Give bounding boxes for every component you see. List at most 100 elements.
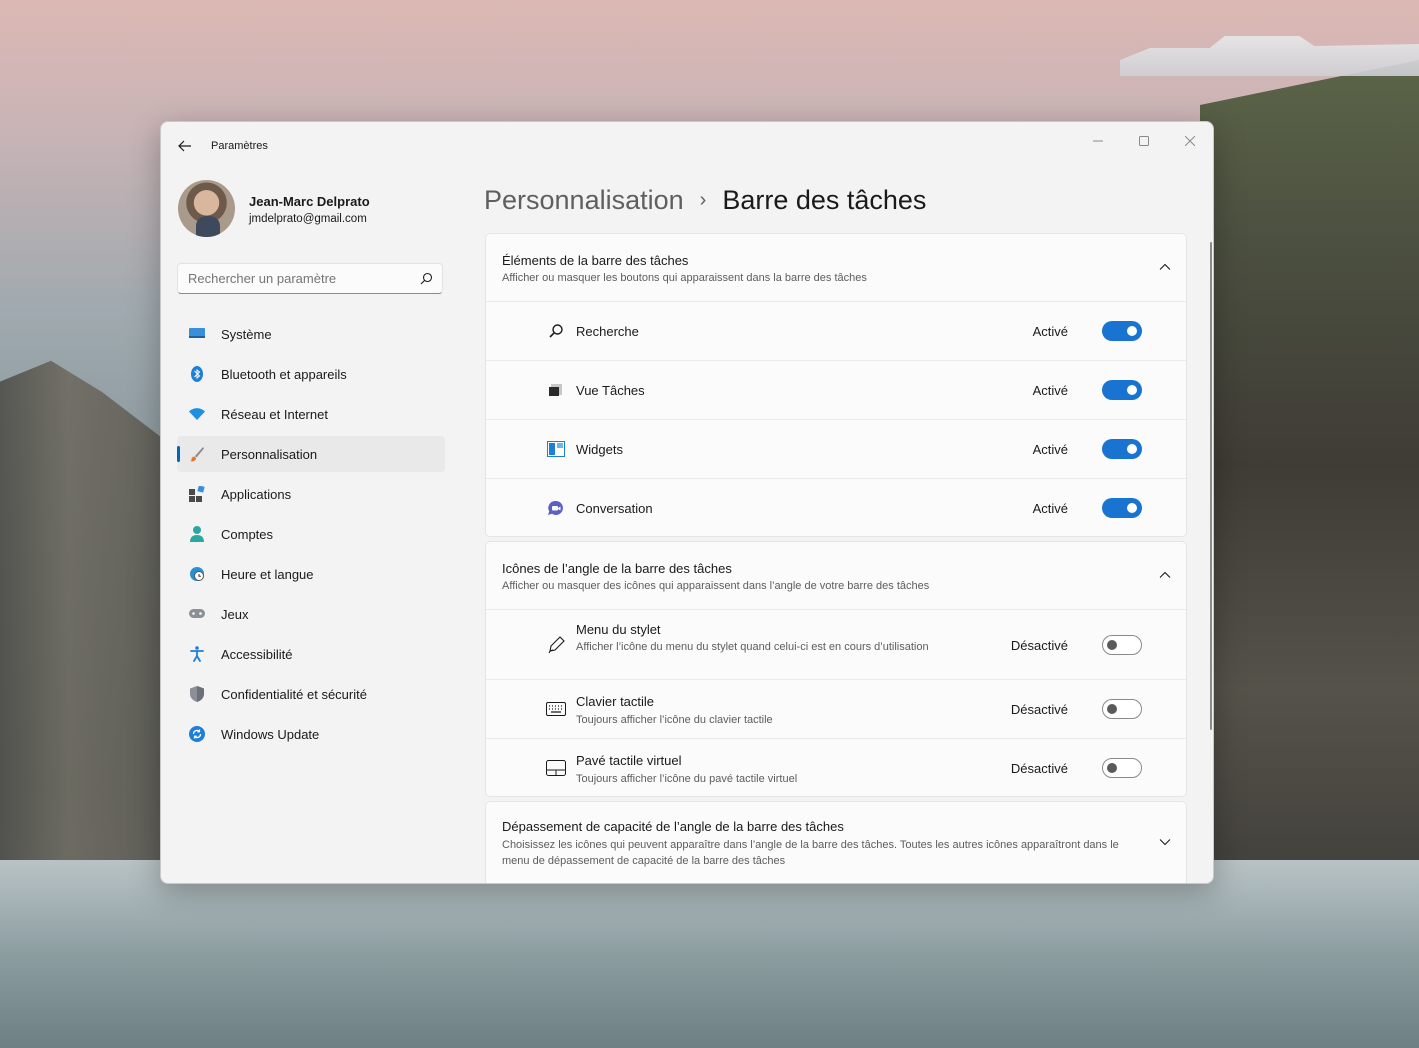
sidebar-item-label: Personnalisation [221,446,318,462]
setting-state: Activé [1032,501,1068,516]
setting-row-pave-tactile: Pavé tactile virtuel Toujours afficher l… [486,738,1186,797]
toggle-vue-taches[interactable] [1102,380,1142,400]
search-icon [546,321,566,341]
close-icon [1185,136,1195,146]
brush-icon [189,446,205,462]
setting-row-vue-taches: Vue Tâches Activé [486,360,1186,419]
sidebar-item-windows-update[interactable]: Windows Update [177,716,445,752]
section-corner-icons: Icônes de l’angle de la barre des tâches… [485,541,1187,797]
search-box[interactable] [177,263,443,294]
sidebar-item-personnalisation[interactable]: Personnalisation [177,436,445,472]
chevron-down-icon[interactable] [1158,835,1172,849]
page-title: Barre des tâches [722,184,927,215]
search-icon[interactable] [418,271,434,287]
search-input[interactable] [178,264,418,293]
sidebar-item-label: Bluetooth et appareils [221,366,347,382]
toggle-pave-tactile[interactable] [1102,758,1142,778]
sidebar-item-applications[interactable]: Applications [177,476,445,512]
setting-state: Activé [1032,383,1068,398]
sidebar-item-label: Confidentialité et sécurité [221,686,367,702]
section-corner-overflow[interactable]: Dépassement de capacité de l’angle de la… [485,801,1187,883]
wallpaper-rock-left [0,360,170,860]
account-icon [189,526,205,542]
toggle-menu-stylet[interactable] [1102,635,1142,655]
breadcrumb-parent-link[interactable]: Personnalisation [484,185,684,216]
keyboard-icon [546,699,566,719]
settings-content: Éléments de la barre des tâches Afficher… [485,233,1189,883]
setting-label: Pavé tactile virtuel [576,753,682,768]
setting-state: Désactivé [1010,702,1068,717]
task-view-icon [546,380,566,400]
wallpaper-cliff-right [1200,60,1419,960]
title-bar: Paramètres [161,122,1213,168]
clock-globe-icon [189,566,205,582]
section-header-corner-icons[interactable]: Icônes de l’angle de la barre des tâches… [486,542,1186,609]
section-title: Icônes de l’angle de la barre des tâches [502,561,732,576]
maximize-button[interactable] [1121,126,1167,156]
toggle-clavier-tactile[interactable] [1102,699,1142,719]
sidebar-item-label: Réseau et Internet [221,406,328,422]
sidebar-item-label: Comptes [221,526,274,542]
section-subtitle: Choisissez les icônes qui peuvent appara… [502,839,1119,867]
setting-label: Clavier tactile [576,694,655,709]
toggle-conversation[interactable] [1102,498,1142,518]
chevron-right-icon: › [699,188,707,211]
setting-label: Menu du stylet [576,622,661,637]
sidebar-item-systeme[interactable]: Système [177,316,445,352]
pen-icon [546,635,566,655]
section-subtitle: Afficher ou masquer les boutons qui appa… [502,272,867,284]
sidebar-item-confidentialite[interactable]: Confidentialité et sécurité [177,676,445,712]
sidebar-item-accessibilite[interactable]: Accessibilité [177,636,445,672]
app-title: Paramètres [211,140,268,152]
sidebar-item-jeux[interactable]: Jeux [177,596,445,632]
minimize-button[interactable] [1075,126,1121,156]
maximize-icon [1139,136,1149,146]
sidebar-item-label: Jeux [221,606,249,622]
sidebar-item-bluetooth[interactable]: Bluetooth et appareils [177,356,445,392]
arrow-left-icon [178,140,191,152]
setting-label: Widgets [576,442,623,457]
section-subtitle: Afficher ou masquer des icônes qui appar… [502,580,930,592]
wifi-icon [189,406,205,422]
chevron-up-icon[interactable] [1158,260,1172,274]
back-button[interactable] [171,132,199,160]
sidebar-item-comptes[interactable]: Comptes [177,516,445,552]
toggle-recherche[interactable] [1102,321,1142,341]
scrollbar[interactable] [1210,242,1212,730]
chevron-up-icon[interactable] [1158,568,1172,582]
setting-label: Vue Tâches [576,383,645,398]
sidebar-item-label: Applications [221,486,292,502]
setting-row-menu-stylet: Menu du stylet Afficher l’icône du menu … [486,609,1186,679]
close-button[interactable] [1167,126,1213,156]
section-title: Éléments de la barre des tâches [502,253,689,268]
widgets-icon [546,439,566,459]
setting-label: Conversation [576,501,653,516]
shield-icon [189,686,205,702]
setting-description: Toujours afficher l’icône du clavier tac… [576,714,773,726]
gamepad-icon [189,606,205,622]
section-taskbar-items: Éléments de la barre des tâches Afficher… [485,233,1187,537]
sidebar-item-heure[interactable]: Heure et langue [177,556,445,592]
section-title: Dépassement de capacité de l’angle de la… [502,819,844,834]
wallpaper-building [1120,36,1419,76]
profile-email: jmdelprato@gmail.com [249,213,367,225]
setting-state: Désactivé [1010,761,1068,776]
setting-row-conversation: Conversation Activé [486,478,1186,537]
setting-description: Afficher l’icône du menu du stylet quand… [576,641,929,653]
toggle-widgets[interactable] [1102,439,1142,459]
avatar[interactable] [178,180,235,237]
apps-icon [189,486,205,502]
chat-icon [546,498,566,518]
accessibility-icon [189,646,205,662]
sidebar-item-reseau[interactable]: Réseau et Internet [177,396,445,432]
settings-window: Paramètres Jean-Marc Delprato jmdelprato… [160,121,1214,884]
section-header-taskbar-items[interactable]: Éléments de la barre des tâches Afficher… [486,234,1186,301]
setting-row-clavier-tactile: Clavier tactile Toujours afficher l’icôn… [486,679,1186,738]
bluetooth-icon [189,366,205,382]
setting-row-widgets: Widgets Activé [486,419,1186,478]
sidebar-item-label: Windows Update [221,726,320,742]
setting-description: Toujours afficher l’icône du pavé tactil… [576,773,798,785]
wallpaper-sea [0,860,1419,1048]
update-icon [189,726,205,742]
minimize-icon [1093,140,1103,142]
